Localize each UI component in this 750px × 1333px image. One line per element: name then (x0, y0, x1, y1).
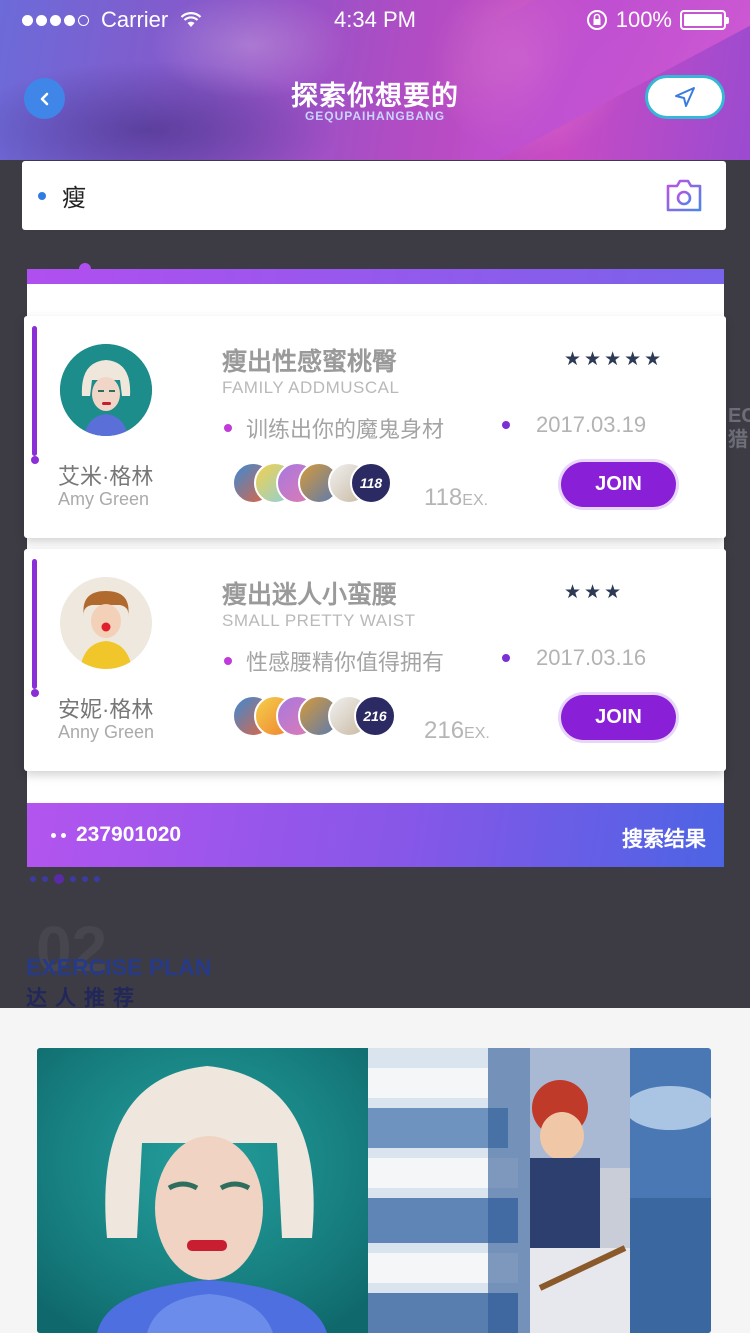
description-text: 性感腰精你值得拥有 (246, 650, 445, 675)
author-name-en: Anny Green (58, 722, 155, 742)
card-accent-bar (32, 559, 37, 689)
course-description: 性感腰精你值得拥有 (224, 645, 444, 677)
page-title: 探索你想要的 (291, 81, 459, 111)
panel-knob (79, 263, 91, 275)
description-bullet (224, 424, 232, 432)
navigation-arrow-icon (675, 87, 695, 107)
results-footer: 237901020 搜索结果 (27, 803, 724, 867)
battery-icon (680, 10, 729, 30)
results-count: 237901020 (76, 823, 182, 846)
author-name-cn: 安妮·格林 (58, 697, 154, 722)
date-bullet (502, 654, 510, 662)
join-button[interactable]: JOIN (561, 695, 676, 740)
search-query: 瘦 (62, 185, 86, 212)
panel-top-bar (27, 269, 724, 284)
description-text: 训练出你的魔鬼身材 (246, 417, 445, 442)
ex-value: 216 (424, 717, 465, 744)
date-bullet (502, 421, 510, 429)
date-text: 2017.03.19 (536, 412, 647, 437)
rating-stars: ★★★★★ (564, 349, 665, 370)
course-subtitle: FAMILY ADDMUSCAL (222, 378, 400, 397)
header-banner: Carrier 4:34 PM 100% 探索你想要的 GEQUPAIHANGB… (0, 0, 750, 160)
result-card[interactable]: 艾米·格林 Amy Green 瘦出性感蜜桃臀 FAMILY ADDMUSCAL… (24, 316, 726, 538)
avatar[interactable] (60, 344, 152, 436)
page-subtitle: GEQUPAIHANGBANG (304, 109, 446, 123)
gallery-image-building[interactable] (368, 1048, 530, 1333)
camera-icon[interactable] (664, 176, 704, 214)
gallery-image-child-sled[interactable] (530, 1048, 630, 1333)
description-bullet (224, 657, 232, 665)
participant-count: 216 (354, 695, 396, 737)
location-button[interactable] (645, 75, 725, 119)
participant-avatars[interactable]: 216 (232, 695, 402, 739)
search-bullet (38, 191, 46, 200)
results-label[interactable]: 搜索结果 (622, 823, 706, 853)
dots-icon (51, 832, 66, 838)
search-input[interactable]: 瘦 (22, 161, 726, 230)
rating-stars: ★★★ (564, 582, 625, 603)
status-bar: Carrier 4:34 PM 100% (0, 0, 750, 40)
course-description: 训练出你的魔鬼身材 (224, 412, 444, 444)
course-title: 瘦出迷人小蛮腰 (222, 581, 398, 609)
card-accent-bar (32, 326, 37, 456)
participant-avatars[interactable]: 118 (232, 462, 402, 506)
rotation-lock-icon (586, 10, 607, 30)
course-date: 2017.03.19 (502, 412, 646, 438)
participant-count: 118 (350, 462, 392, 504)
avatar[interactable] (60, 577, 152, 669)
date-text: 2017.03.16 (536, 645, 647, 670)
section-title-en: EXERCISE PLAN (26, 954, 212, 980)
exercise-count: 118EX. (424, 484, 488, 512)
author-name-cn: 艾米·格林 (58, 464, 154, 489)
exercise-count: 216EX. (424, 717, 490, 745)
ex-value: 118 (424, 484, 463, 511)
course-subtitle: SMALL PRETTY WAIST (222, 611, 416, 630)
ex-unit: EX. (462, 492, 489, 509)
gallery-image-sky[interactable] (630, 1048, 711, 1333)
card-accent-dot (31, 456, 39, 464)
join-button[interactable]: JOIN (561, 462, 676, 507)
author-name-en: Amy Green (58, 489, 150, 509)
ex-unit: EX. (464, 725, 490, 742)
page-indicator (30, 874, 100, 884)
background-edge-text: EC 猎 (728, 405, 750, 451)
course-title: 瘦出性感蜜桃臀 (222, 348, 398, 376)
gallery-image-portrait[interactable] (37, 1048, 368, 1333)
expert-gallery[interactable] (37, 1048, 711, 1333)
course-date: 2017.03.16 (502, 645, 646, 671)
result-card[interactable]: 安妮·格林 Anny Green 瘦出迷人小蛮腰 SMALL PRETTY WA… (24, 549, 726, 771)
battery-percent: 100% (615, 7, 672, 32)
card-accent-dot (31, 689, 39, 697)
